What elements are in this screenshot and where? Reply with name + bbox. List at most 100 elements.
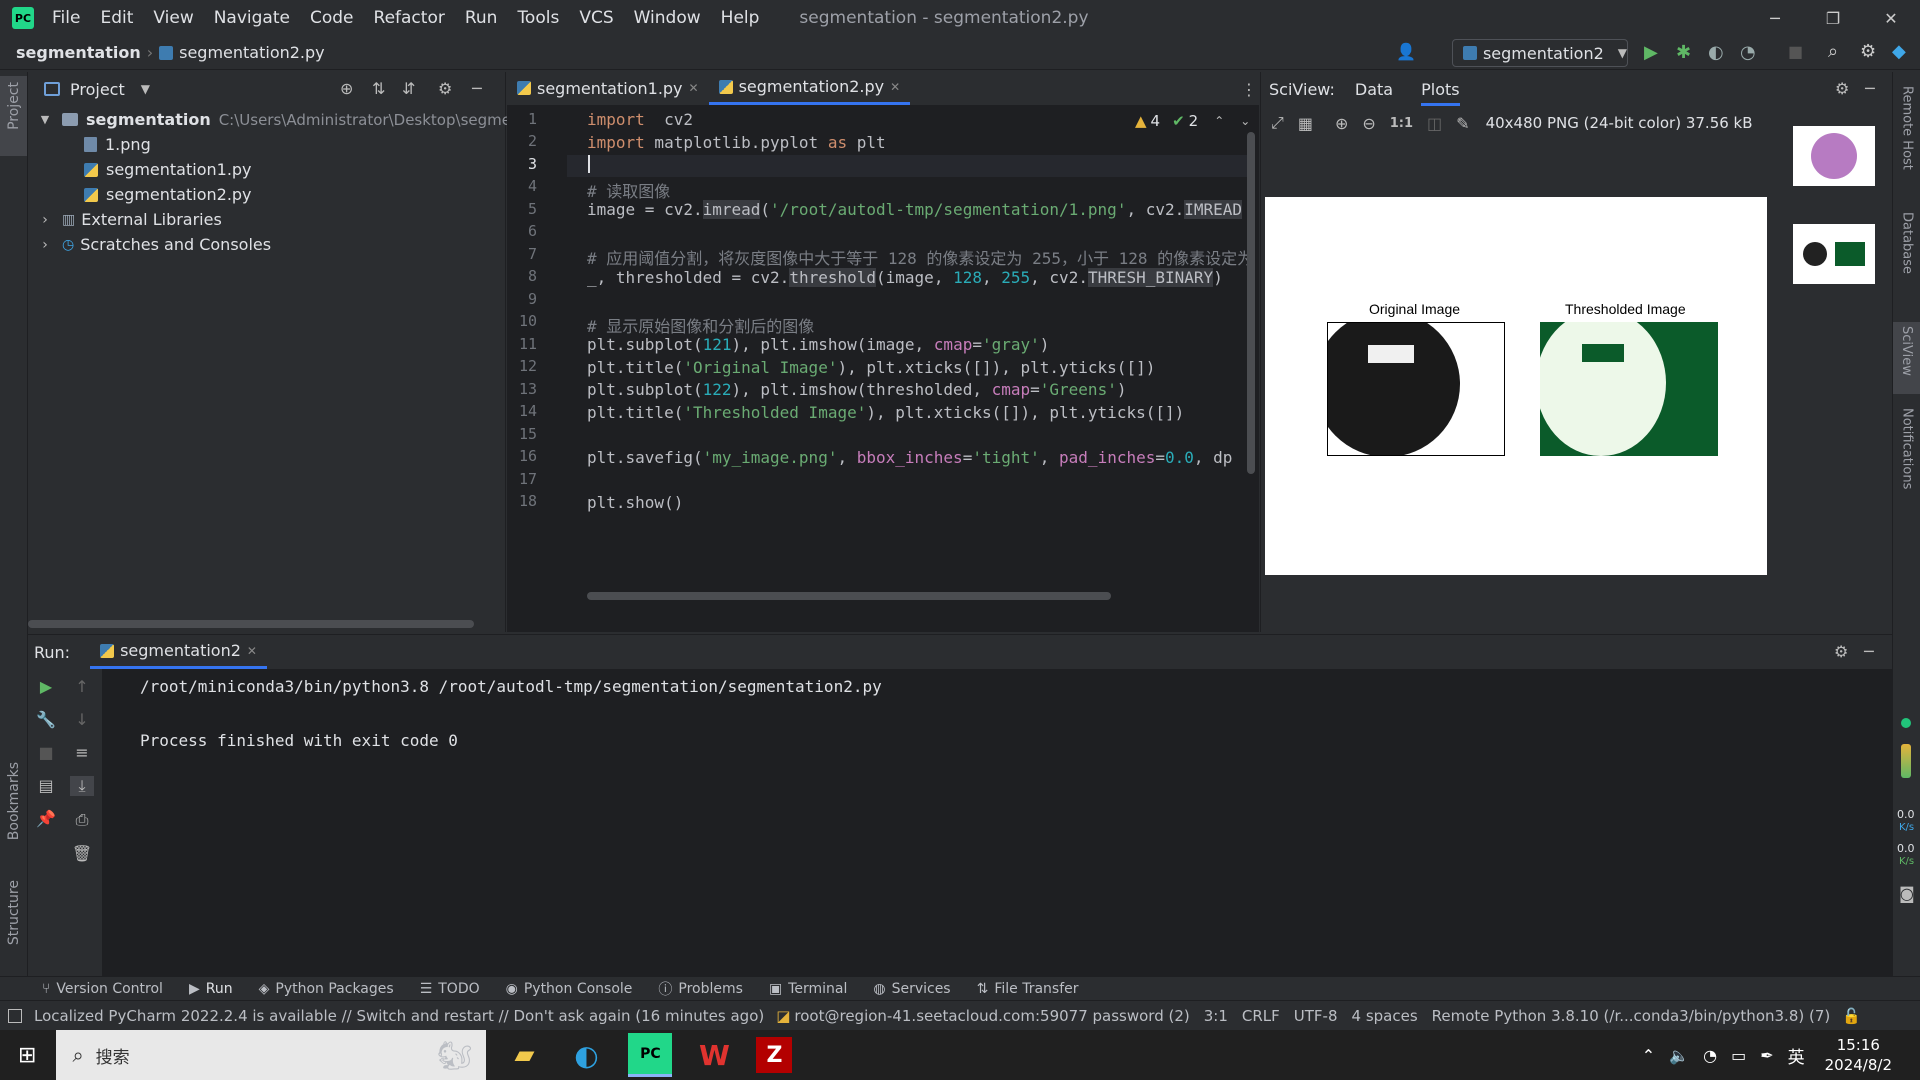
actual-size-button[interactable]: 1:1 (1390, 116, 1413, 131)
status-message[interactable]: Localized PyCharm 2022.2.4 is available … (34, 1007, 764, 1025)
close-icon[interactable]: ✕ (1876, 6, 1906, 30)
tool-file-transfer[interactable]: ⇅ File Transfer (977, 981, 1079, 997)
vertical-scrollbar[interactable] (1247, 132, 1255, 474)
menu-file[interactable]: File (42, 8, 90, 28)
menu-code[interactable]: Code (300, 8, 364, 28)
status-indent[interactable]: 4 spaces (1352, 1007, 1418, 1025)
menu-tools[interactable]: Tools (507, 8, 569, 28)
console-output[interactable]: /root/miniconda3/bin/python3.8 /root/aut… (102, 669, 1892, 977)
minimize-icon[interactable]: ─ (1760, 6, 1790, 30)
tree-external-libraries[interactable]: › ▥ External Libraries (38, 207, 222, 232)
windows-start-icon[interactable]: ⊞ (18, 1043, 36, 1068)
edge-browser-icon[interactable]: ◐ (566, 1035, 606, 1075)
taskbar-search[interactable]: ⌕ 搜索 🐿 (56, 1030, 487, 1080)
tool-terminal[interactable]: ▣ Terminal (769, 981, 847, 997)
tool-services[interactable]: ◍ Services (873, 981, 950, 997)
tree-file-segmentation2[interactable]: segmentation2.py (84, 182, 252, 207)
lock-icon[interactable]: 🔓 (1842, 1007, 1861, 1025)
menu-window[interactable]: Window (624, 8, 711, 28)
volume-icon[interactable]: 🔈 (1669, 1046, 1689, 1065)
menu-refactor[interactable]: Refactor (364, 8, 455, 28)
sciview-stripe-button[interactable]: SciView (1893, 322, 1920, 394)
tree-root-folder[interactable]: ▼ segmentation C:\Users\Administrator\De… (38, 107, 536, 132)
status-eol[interactable]: CRLF (1242, 1007, 1280, 1025)
color-picker-icon[interactable]: ✎ (1456, 114, 1469, 133)
tool-python-console[interactable]: ◉ Python Console (506, 981, 633, 997)
background-icon[interactable]: ◫ (1427, 114, 1442, 133)
file-explorer-icon[interactable]: ▰ (504, 1035, 544, 1075)
gear-icon[interactable]: ⚙ (1834, 642, 1848, 661)
network-icon[interactable]: ◔ (1703, 1046, 1717, 1065)
debug-icon[interactable]: ✱ (1676, 42, 1691, 63)
gear-icon[interactable]: ⚙ (1835, 79, 1849, 98)
plot-thumbnail-1[interactable] (1793, 126, 1875, 186)
status-square-icon[interactable] (8, 1008, 22, 1023)
user-icon[interactable]: 👤 (1396, 42, 1416, 61)
arrow-up-icon[interactable]: ↑ (75, 677, 88, 696)
fit-icon[interactable]: ⤢ (1271, 113, 1284, 133)
tool-python-packages[interactable]: ◈ Python Packages (259, 981, 394, 997)
tab-segmentation1[interactable]: segmentation1.py ✕ (507, 71, 709, 105)
arrow-down-icon[interactable]: ↓ (75, 710, 88, 729)
hide-panel-icon[interactable]: ─ (472, 79, 482, 98)
filezilla-icon[interactable]: Z (756, 1037, 793, 1073)
wps-icon[interactable]: W (694, 1035, 734, 1075)
zoom-out-icon[interactable]: ⊖ (1362, 114, 1375, 133)
notifications-stripe-button[interactable]: Notifications (1895, 408, 1919, 489)
trash-icon[interactable]: 🗑 (72, 844, 92, 863)
project-panel-title[interactable]: Project (70, 80, 125, 99)
zoom-in-icon[interactable]: ⊕ (1335, 114, 1348, 133)
collapse-all-icon[interactable]: ⇵ (402, 79, 415, 98)
scroll-to-end-icon[interactable]: ⤓ (70, 776, 94, 796)
locate-icon[interactable]: ⊕ (340, 79, 353, 98)
hide-panel-icon[interactable]: ─ (1864, 642, 1874, 661)
print-icon[interactable]: ⎙ (76, 810, 89, 830)
pin-icon[interactable]: 📌 (36, 809, 56, 828)
more-tabs-icon[interactable]: ⋮ (1241, 80, 1257, 99)
breadcrumb-project[interactable]: segmentation (16, 43, 141, 62)
rerun-icon[interactable]: ▶ (40, 677, 52, 696)
wrench-icon[interactable]: 🔧 (36, 710, 56, 729)
restore-icon[interactable]: ❐ (1818, 6, 1848, 30)
breadcrumb-file[interactable]: segmentation2.py (179, 43, 325, 62)
profile-icon[interactable]: ◔ (1740, 42, 1756, 63)
close-icon[interactable]: ✕ (247, 644, 257, 658)
menu-navigate[interactable]: Navigate (204, 8, 300, 28)
gear-icon[interactable]: ⚙ (1860, 41, 1876, 62)
grid-icon[interactable]: ▦ (1298, 114, 1313, 133)
chevron-up-icon[interactable]: ⌃ (1642, 1046, 1655, 1065)
jetbrains-icon[interactable]: ◆ (1892, 41, 1906, 62)
remote-host-stripe-button[interactable]: Remote Host (1895, 86, 1919, 170)
coverage-icon[interactable]: ◐ (1708, 42, 1724, 63)
layout-icon[interactable]: ▤ (38, 776, 53, 795)
pycharm-taskbar-icon[interactable]: PC (628, 1033, 673, 1077)
tool-run[interactable]: ▶ Run (189, 981, 233, 997)
run-config-select[interactable]: segmentation2 ▼ (1452, 39, 1628, 67)
close-icon[interactable]: ✕ (890, 80, 900, 94)
horizontal-scrollbar[interactable] (28, 620, 474, 628)
tool-problems[interactable]: ⓘ Problems (658, 979, 743, 999)
expand-all-icon[interactable]: ⇅ (372, 79, 385, 98)
structure-stripe-button[interactable]: Structure (2, 880, 26, 945)
project-stripe-button[interactable]: Project (0, 76, 27, 156)
status-encoding[interactable]: UTF-8 (1294, 1007, 1338, 1025)
menu-help[interactable]: Help (711, 8, 770, 28)
database-stripe-button[interactable]: Database (1895, 212, 1919, 274)
stop-icon[interactable]: ■ (38, 743, 53, 762)
taskbar-clock[interactable]: 15:16 2024/8/2 (1825, 1035, 1892, 1075)
menu-vcs[interactable]: VCS (569, 8, 623, 28)
status-interpreter[interactable]: Remote Python 3.8.10 (/r...conda3/bin/py… (1432, 1007, 1831, 1025)
plot-thumbnail-2[interactable] (1793, 224, 1875, 284)
code-area[interactable]: import cv2 import matplotlib.pyplot as pl… (507, 106, 1259, 566)
battery-icon[interactable]: ▭ (1731, 1046, 1746, 1065)
status-position[interactable]: 3:1 (1204, 1007, 1228, 1025)
tab-plots[interactable]: Plots (1421, 80, 1460, 106)
ime-indicator[interactable]: 英 (1788, 1043, 1805, 1068)
stop-icon[interactable]: ■ (1788, 42, 1803, 61)
tool-version-control[interactable]: ⑂ Version Control (42, 981, 163, 997)
soft-wrap-icon[interactable]: ≡ (75, 743, 88, 762)
search-icon[interactable]: ⌕ (1828, 41, 1838, 62)
horizontal-scrollbar[interactable] (587, 592, 1111, 600)
tool-todo[interactable]: ☰ TODO (420, 981, 480, 997)
camera-icon[interactable]: ◙ (1899, 884, 1915, 903)
